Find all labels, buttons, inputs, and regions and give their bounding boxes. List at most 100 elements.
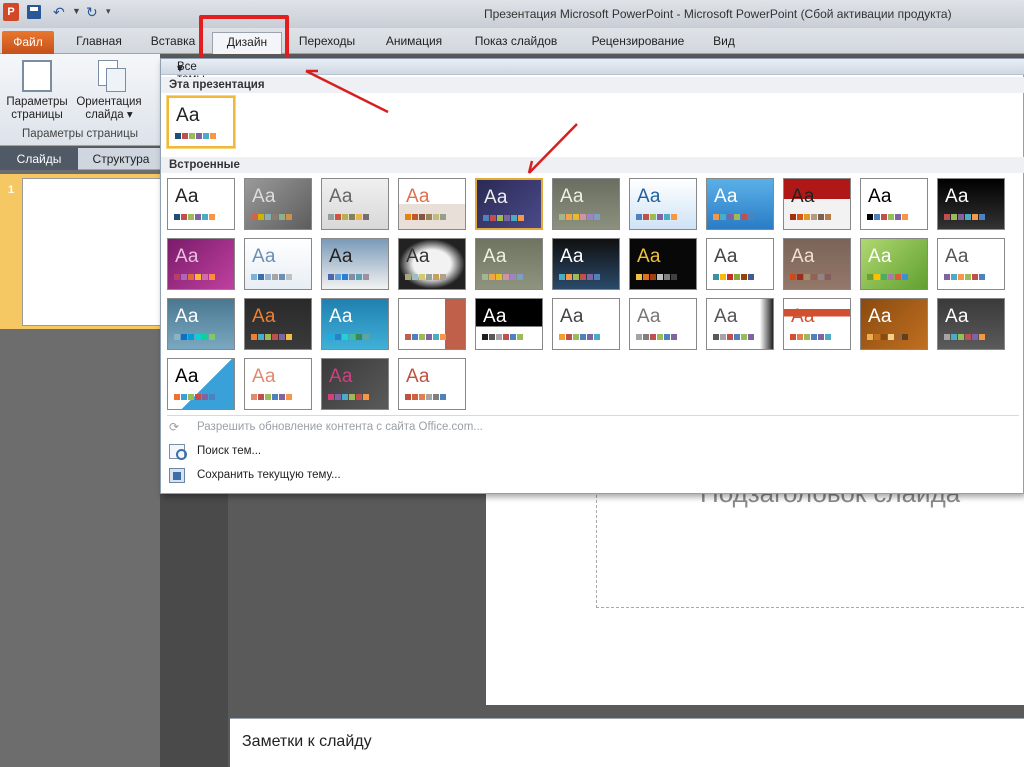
save-current-theme-command[interactable]: Сохранить текущую тему... (197, 469, 341, 481)
theme-thumbnail[interactable]: Аа (706, 298, 774, 350)
theme-sample-text: Аа (560, 186, 584, 207)
theme-color-swatches (174, 394, 215, 400)
theme-sample-text: Аа (406, 306, 430, 327)
theme-thumbnail[interactable]: Аа (167, 178, 235, 230)
theme-thumbnail[interactable]: Аа (552, 238, 620, 290)
color-swatch (202, 214, 208, 220)
notes-pane[interactable]: Заметки к слайду (230, 718, 1024, 767)
color-swatch (251, 334, 257, 340)
tab-animations[interactable]: Анимация (374, 32, 454, 54)
color-swatch (881, 334, 887, 340)
tab-view[interactable]: Вид (706, 32, 742, 54)
theme-thumbnail[interactable]: Аа (629, 178, 697, 230)
tab-home[interactable]: Главная (64, 32, 134, 54)
slide-thumbnail[interactable] (22, 178, 162, 326)
tab-insert[interactable]: Вставка (140, 32, 206, 54)
theme-sample-text: Аа (560, 246, 584, 267)
tab-slide-show[interactable]: Показ слайдов (464, 32, 568, 54)
color-swatch (188, 394, 194, 400)
repeat-icon[interactable]: ↻ (86, 4, 98, 21)
color-swatch (349, 214, 355, 220)
theme-thumbnail[interactable]: Аа (937, 178, 1005, 230)
enable-office-content-updates[interactable]: Разрешить обновление контента с сайта Of… (197, 421, 483, 433)
tab-file[interactable]: Файл (2, 31, 54, 54)
pane-splitter[interactable] (160, 490, 228, 767)
theme-color-swatches (713, 214, 754, 220)
theme-thumbnail[interactable]: Аа (398, 298, 466, 350)
color-swatch (804, 274, 810, 280)
tab-slides[interactable]: Слайды (0, 148, 78, 170)
gallery-header[interactable]: Все темы ▾ (161, 59, 1024, 85)
subtitle-placeholder-box[interactable] (596, 490, 1024, 608)
theme-sample-text: Аа (252, 246, 276, 267)
color-swatch (825, 274, 831, 280)
color-swatch (594, 334, 600, 340)
theme-thumbnail[interactable]: Аа (244, 178, 312, 230)
theme-color-swatches (174, 274, 215, 280)
slide-orientation-button[interactable]: Ориентация слайда ▾ (74, 60, 144, 122)
current-theme-thumbnail[interactable]: Аа (167, 96, 235, 148)
theme-thumbnail[interactable]: Аа (398, 178, 466, 230)
undo-icon[interactable]: ↶ (53, 4, 65, 21)
theme-thumbnail[interactable]: Аа (321, 298, 389, 350)
color-swatch (342, 274, 348, 280)
theme-thumbnail[interactable]: Аа (244, 298, 312, 350)
theme-thumbnail[interactable]: Аа (321, 178, 389, 230)
theme-thumbnail[interactable]: Аа (398, 358, 466, 410)
theme-thumbnail[interactable]: Аа (629, 238, 697, 290)
theme-thumbnail[interactable]: Аа (552, 178, 620, 230)
theme-thumbnail[interactable]: Аа (398, 238, 466, 290)
color-swatch (342, 334, 348, 340)
color-swatch (272, 334, 278, 340)
color-swatch (748, 274, 754, 280)
theme-thumbnail[interactable]: Аа (629, 298, 697, 350)
theme-thumbnail[interactable]: Аа (706, 238, 774, 290)
theme-thumbnail[interactable]: Аа (706, 178, 774, 230)
theme-thumbnail[interactable]: Аа (937, 238, 1005, 290)
color-swatch (482, 274, 488, 280)
color-swatch (209, 334, 215, 340)
color-swatch (174, 334, 180, 340)
save-icon[interactable] (27, 5, 41, 19)
theme-thumbnail[interactable]: Аа (552, 298, 620, 350)
tab-outline[interactable]: Структура (82, 148, 160, 170)
theme-thumbnail[interactable]: Аа (783, 238, 851, 290)
theme-thumbnail[interactable]: Аа (167, 298, 235, 350)
theme-thumbnail[interactable]: Аа (167, 358, 235, 410)
tab-transitions[interactable]: Переходы (290, 32, 364, 54)
browse-themes-command[interactable]: Поиск тем... (197, 445, 261, 457)
gallery-divider (167, 415, 1019, 416)
theme-thumbnail[interactable]: Аа (860, 298, 928, 350)
powerpoint-app-icon[interactable]: P (3, 3, 19, 21)
theme-sample-text: Аа (406, 246, 430, 267)
theme-sample-text: Аа (560, 306, 584, 327)
customize-toolbar-icon[interactable]: ▾ (106, 6, 111, 17)
theme-thumbnail[interactable]: Аа (321, 238, 389, 290)
theme-thumbnail[interactable]: Аа (783, 298, 851, 350)
theme-thumbnail[interactable]: Аа (860, 178, 928, 230)
ribbon-page-setup-group: Параметры страницы Ориентация слайда ▾ П… (0, 54, 160, 146)
color-swatch (965, 274, 971, 280)
theme-thumbnail[interactable]: Аа (244, 238, 312, 290)
tab-review[interactable]: Рецензирование (578, 32, 698, 54)
theme-sample-text: Аа (484, 187, 508, 208)
color-swatch (566, 274, 572, 280)
undo-dropdown-icon[interactable]: ▼ (72, 6, 81, 16)
theme-thumbnail[interactable]: Аа (475, 178, 543, 230)
page-setup-icon (22, 60, 52, 92)
theme-thumbnail[interactable]: Аа (783, 178, 851, 230)
theme-thumbnail[interactable]: Аа (937, 298, 1005, 350)
theme-thumbnail[interactable]: Аа (475, 298, 543, 350)
theme-color-swatches (251, 274, 292, 280)
theme-thumbnail[interactable]: Аа (321, 358, 389, 410)
theme-sample-text: Аа (714, 306, 738, 327)
color-swatch (720, 334, 726, 340)
page-setup-button[interactable]: Параметры страницы (2, 60, 72, 122)
theme-thumbnail[interactable]: Аа (167, 238, 235, 290)
color-swatch (286, 274, 292, 280)
color-swatch (272, 394, 278, 400)
theme-thumbnail[interactable]: Аа (244, 358, 312, 410)
color-swatch (251, 394, 257, 400)
theme-thumbnail[interactable]: Аа (860, 238, 928, 290)
theme-thumbnail[interactable]: Аа (475, 238, 543, 290)
